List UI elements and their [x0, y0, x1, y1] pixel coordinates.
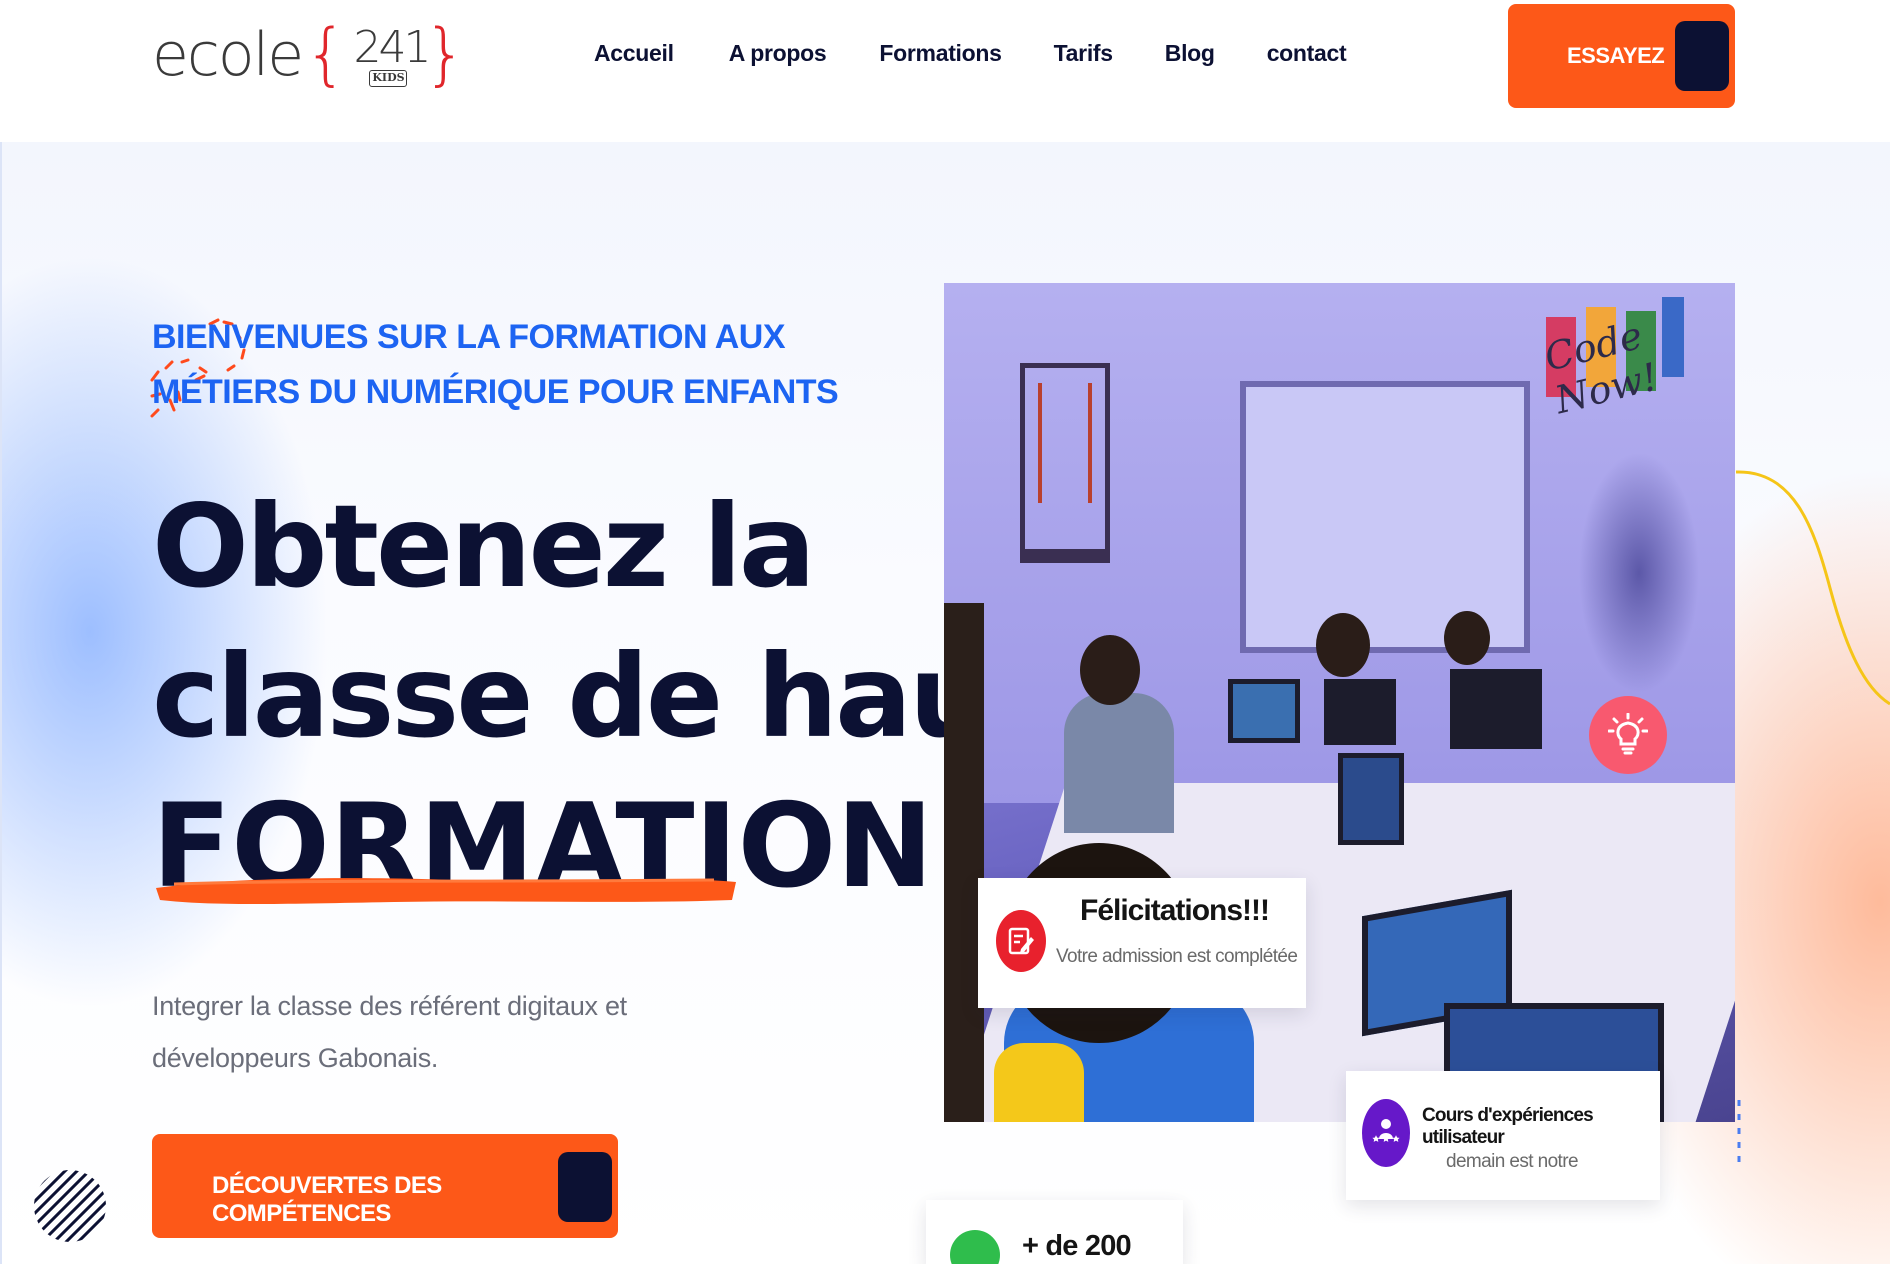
felicitations-card-subtitle: Votre admission est complétée [1056, 946, 1298, 967]
hero-subtitle: BIENVENUES SUR LA FORMATION AUX MÉTIERS … [152, 318, 839, 411]
nav-item-a-propos[interactable]: A propos [729, 40, 827, 67]
photo-laptop [1338, 753, 1404, 845]
photo-child-head [1316, 613, 1370, 677]
stat-card: + de 200 [926, 1200, 1183, 1264]
edit-document-icon [996, 910, 1046, 972]
hero-edge-line [0, 142, 2, 1264]
photo-laptop [1228, 679, 1300, 743]
yellow-curve-decoration [1735, 470, 1890, 706]
photo-whiteboard [1240, 381, 1530, 653]
logo-number: 241 [353, 22, 431, 73]
nav-item-formations[interactable]: Formations [879, 40, 1002, 67]
essayez-button[interactable]: ESSAYEZ [1508, 4, 1735, 108]
cours-card-subtitle: demain est notre [1446, 1151, 1579, 1172]
hero-description: Integrer la classe des référent digitaux… [152, 991, 627, 1073]
photo-robot-mural [1564, 433, 1714, 713]
logo-kids-badge: KIDS [369, 70, 408, 87]
nav-item-blog[interactable]: Blog [1165, 40, 1215, 67]
cours-card: Cours d'expériences utilisateur demain e… [1346, 1071, 1660, 1200]
photo-laptop [1450, 669, 1542, 749]
user-group-icon [1362, 1099, 1410, 1167]
photo-laptop [1324, 679, 1396, 745]
logo-brace-open: { [304, 15, 348, 94]
logo-word: ecole [152, 20, 304, 90]
essayez-button-label: ESSAYEZ [1567, 43, 1665, 68]
felicitations-card: Félicitations!!! Votre admission est com… [978, 878, 1306, 1008]
dashed-line-decoration [1737, 1100, 1741, 1170]
decouvertes-button[interactable]: DÉCOUVERTES DES COMPÉTENCES [152, 1134, 618, 1238]
nav-item-contact[interactable]: contact [1267, 40, 1347, 67]
site-header: ecole { 241 KIDS } Accueil A propos Form… [0, 0, 1890, 142]
logo-inner: 241 KIDS [349, 20, 431, 90]
photo-adult [944, 603, 984, 1122]
main-nav: Accueil A propos Formations Tarifs Blog … [594, 40, 1347, 67]
essayez-button-square [1675, 21, 1729, 91]
felicitations-card-title: Félicitations!!! [1080, 894, 1270, 927]
striped-circle-decoration [34, 1170, 106, 1242]
photo-child-head [1444, 611, 1490, 665]
photo-child [1064, 693, 1174, 833]
photo-child-head [1080, 635, 1140, 705]
decouvertes-button-square [558, 1152, 612, 1222]
logo-brace-close: } [423, 15, 467, 94]
stat-card-title: + de 200 [1022, 1230, 1132, 1262]
brush-underline [156, 878, 736, 904]
nav-item-accueil[interactable]: Accueil [594, 40, 674, 67]
nav-item-tarifs[interactable]: Tarifs [1054, 40, 1113, 67]
lightbulb-icon [1589, 696, 1667, 774]
site-logo[interactable]: ecole { 241 KIDS } [152, 18, 469, 92]
photo-child-yellow-shirt [994, 1043, 1084, 1122]
graduation-cap-icon [950, 1230, 1000, 1264]
photo-3d-printer-rods [1038, 383, 1092, 503]
cours-card-title: Cours d'expériences utilisateur [1422, 1105, 1594, 1148]
